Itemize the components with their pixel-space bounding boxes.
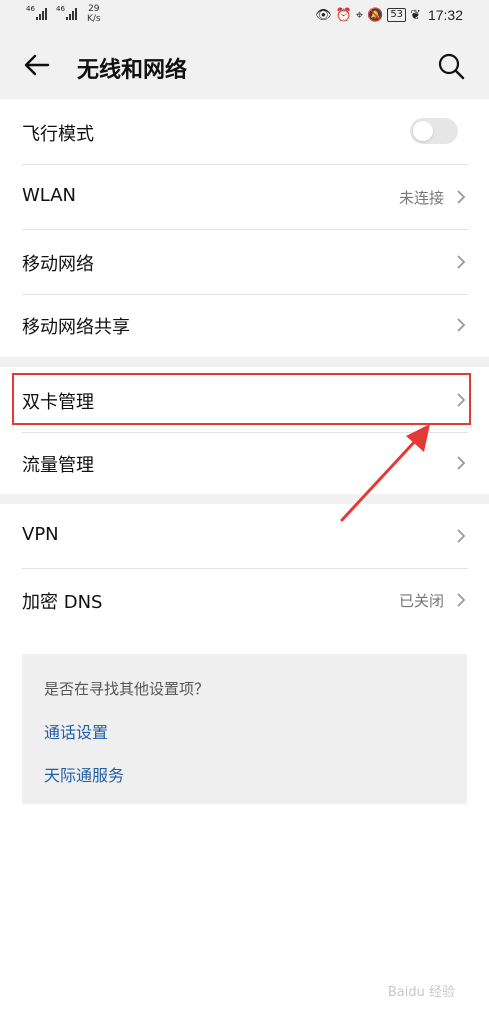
chevron-right-icon (457, 255, 466, 269)
row-label: WLAN (22, 185, 77, 206)
chevron-right-icon (457, 456, 466, 470)
airplane-mode-row[interactable]: 飞行模式 (22, 100, 468, 165)
toggle-knob (413, 121, 433, 141)
chevron-right-icon (457, 318, 466, 332)
network-speed-value: 29 (88, 4, 100, 14)
suggestions-card: 是否在寻找其他设置项？ 通话设置 天际通服务 (22, 654, 467, 804)
clock: 17:32 (427, 7, 463, 23)
row-label: 流量管理 (22, 455, 94, 476)
call-settings-link[interactable]: 通话设置 (44, 719, 108, 743)
chevron-right-icon (457, 593, 466, 607)
battery-icon: 53 (387, 8, 407, 22)
wlan-row[interactable]: WLAN 未连接 (22, 165, 468, 230)
back-arrow-icon[interactable] (22, 50, 52, 80)
private-dns-status: 已关闭 (398, 592, 444, 610)
row-label: 加密 DNS (22, 592, 103, 613)
app-header: 无线和网络 (0, 34, 489, 99)
row-label: 移动网络 (22, 254, 94, 275)
suggestions-question: 是否在寻找其他设置项？ (44, 680, 210, 698)
search-icon[interactable] (437, 52, 465, 80)
page-title: 无线和网络 (77, 58, 188, 83)
mobile-network-row[interactable]: 移动网络 (22, 230, 468, 295)
mute-bell-icon: 🔕 (367, 7, 384, 23)
airplane-mode-toggle[interactable] (410, 118, 458, 144)
sim2-label: 46 (56, 5, 65, 13)
annotation-arrow (340, 424, 430, 522)
chevron-right-icon (457, 190, 466, 204)
status-icons: 👁 ⏰ ⌖ 🔕 53 ❦ 17:32 (315, 7, 463, 23)
alarm-icon: ⏰ (335, 7, 352, 23)
wlan-status: 未连接 (398, 189, 444, 207)
highlight-box (12, 373, 471, 425)
row-label: VPN (22, 524, 59, 545)
signal-icon (66, 8, 77, 20)
leaf-icon: ❦ (410, 7, 421, 23)
tethering-row[interactable]: 移动网络共享 (22, 293, 468, 357)
row-label: 飞行模式 (22, 124, 94, 145)
network-speed: 29 K/s (87, 4, 101, 24)
watermark: Baidu 经验 (387, 985, 455, 1000)
row-label: 移动网络共享 (22, 317, 130, 338)
signal-icon (36, 8, 47, 20)
chevron-right-icon (457, 529, 466, 543)
group-separator (0, 357, 489, 367)
private-dns-row[interactable]: 加密 DNS 已关闭 (22, 568, 468, 632)
skytone-service-link[interactable]: 天际通服务 (44, 762, 124, 786)
sim1-label: 46 (26, 5, 35, 13)
eye-comfort-icon: 👁 (315, 7, 332, 23)
location-icon: ⌖ (355, 7, 364, 23)
status-bar: 46 46 29 K/s 👁 ⏰ ⌖ 🔕 53 ❦ 17:32 (0, 0, 489, 34)
network-speed-unit: K/s (87, 14, 101, 24)
